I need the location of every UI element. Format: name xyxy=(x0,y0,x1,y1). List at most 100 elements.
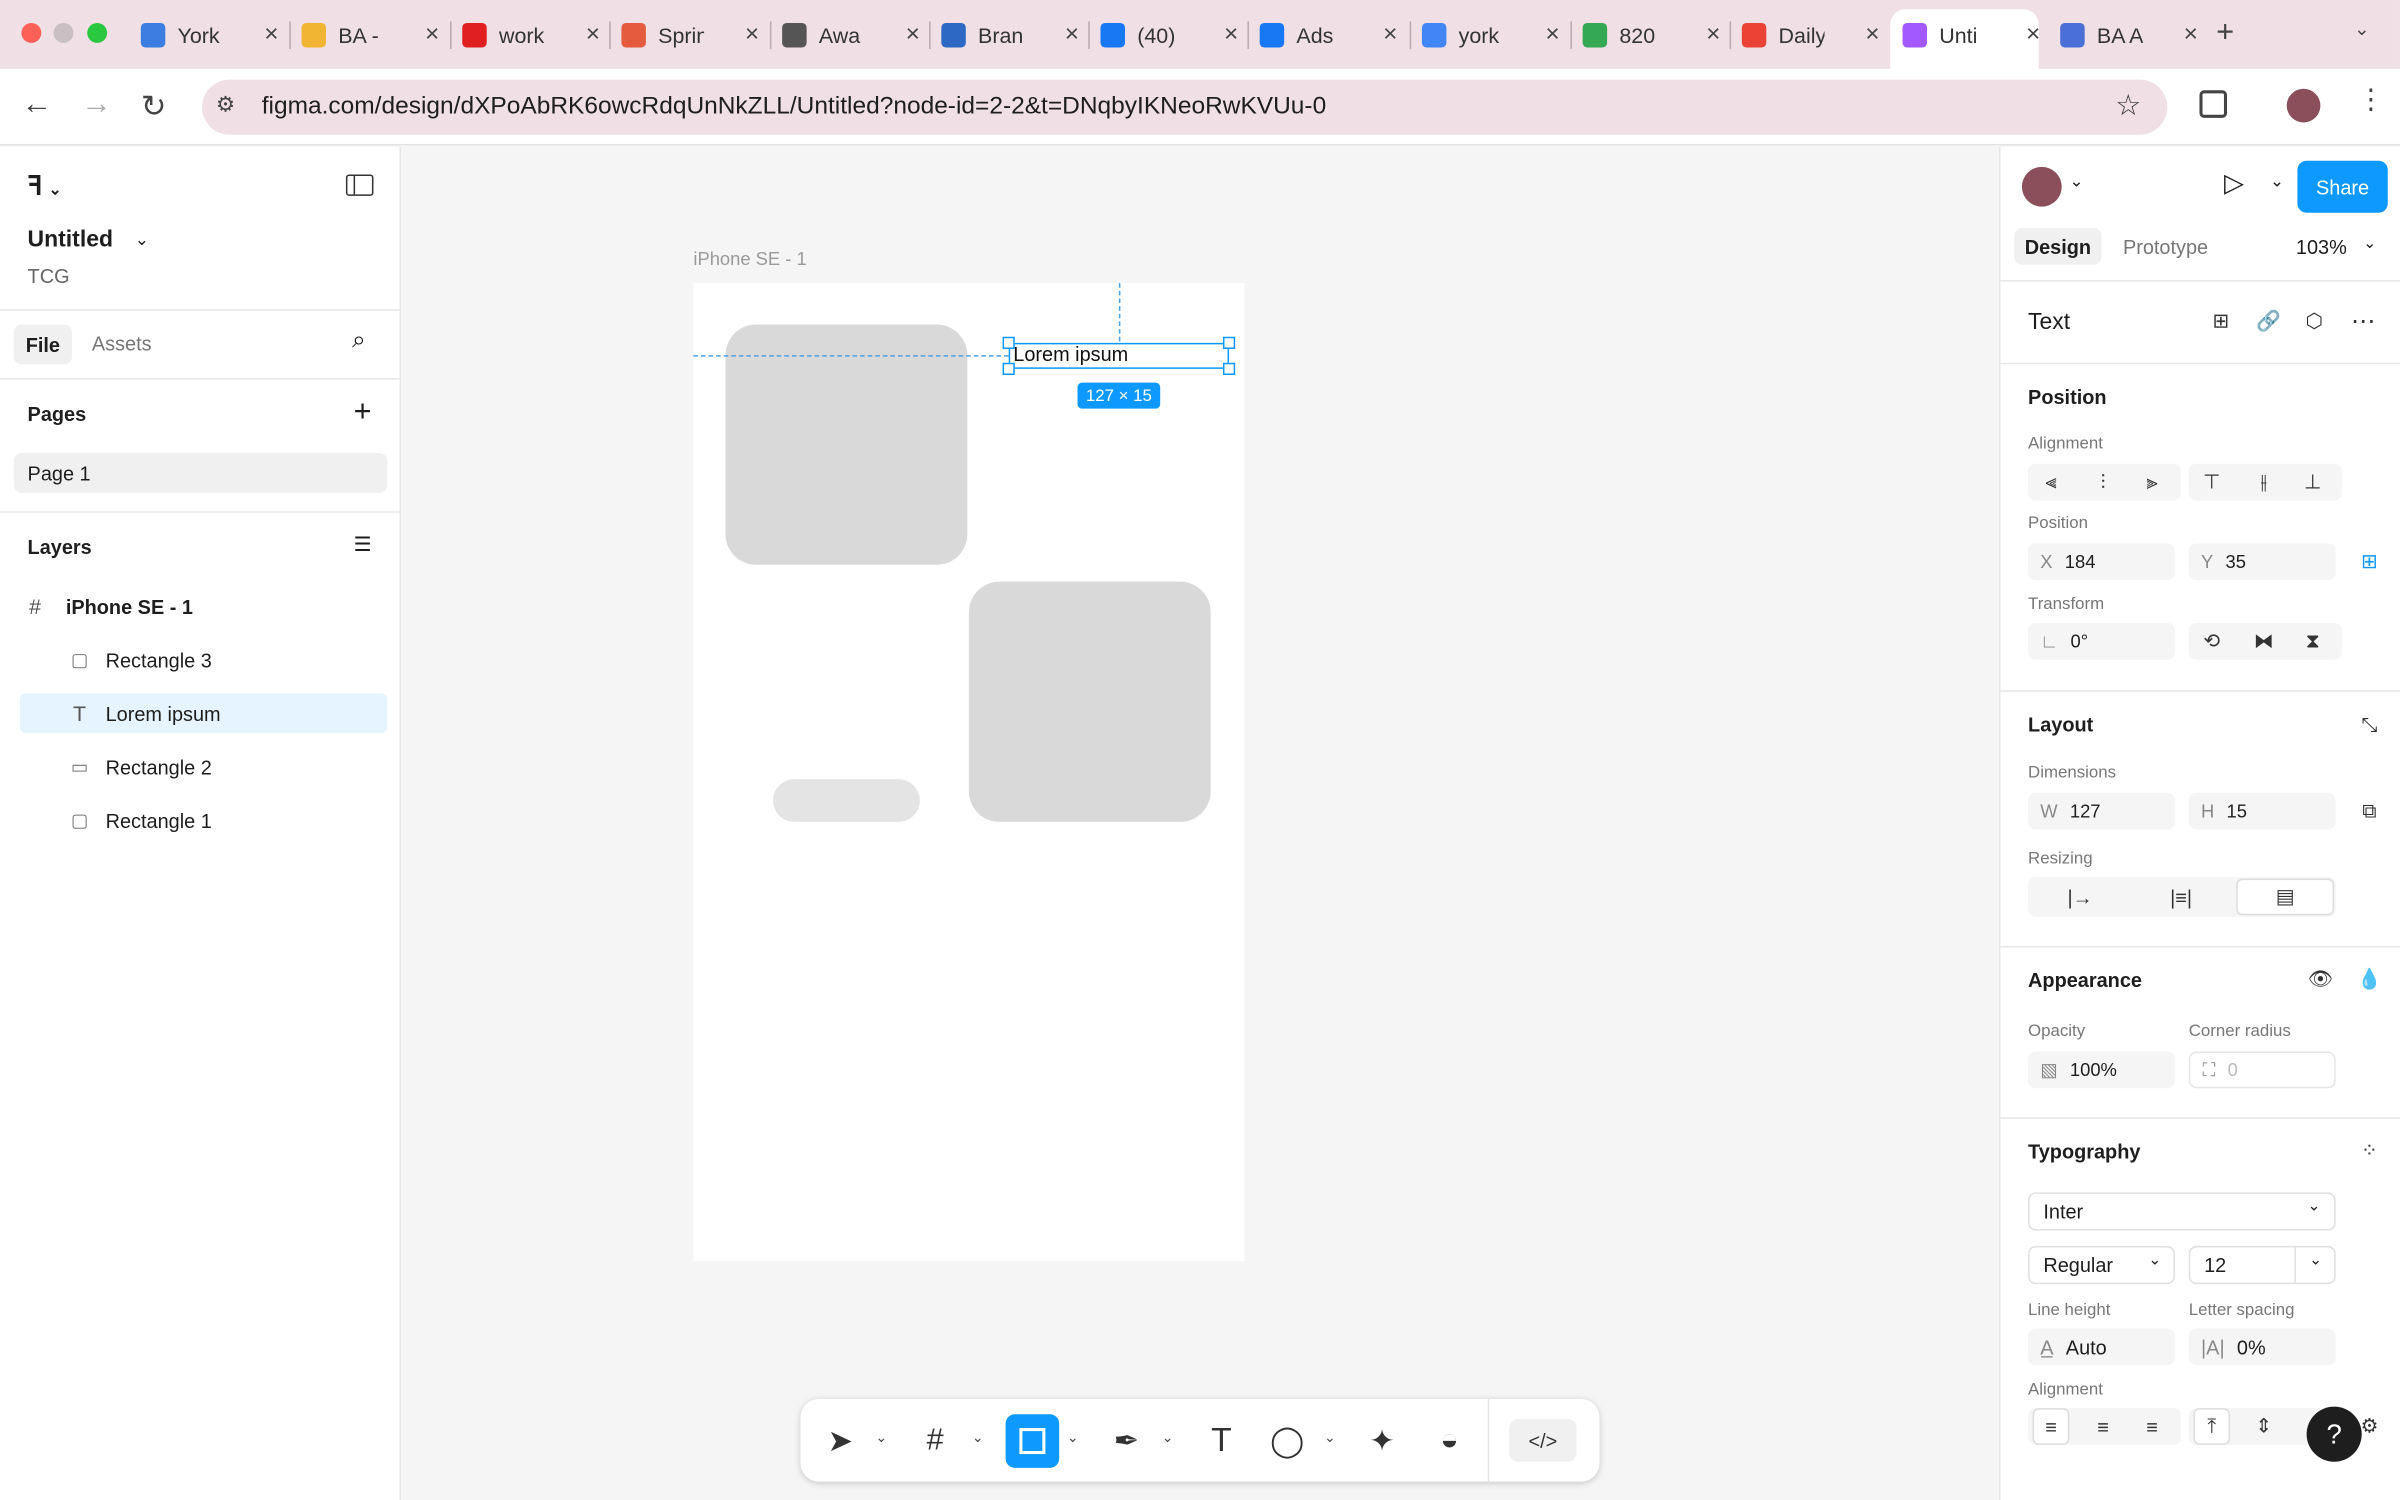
browser-tab[interactable]: Daily × xyxy=(1741,12,1880,56)
tab-close-icon[interactable]: × xyxy=(745,21,759,49)
back-button[interactable]: ← xyxy=(21,87,52,122)
rectangle-2[interactable] xyxy=(772,779,920,822)
browser-menu-icon[interactable]: ⋮ xyxy=(2357,84,2385,116)
chevron-down-icon[interactable]: ⌄ xyxy=(972,1430,984,1447)
visibility-eye-icon[interactable]: 👁 xyxy=(2302,961,2339,998)
chevron-down-icon[interactable]: ⌄ xyxy=(1067,1430,1079,1447)
chevron-down-icon[interactable]: ⌄ xyxy=(1324,1430,1336,1447)
browser-tab[interactable]: york × xyxy=(1421,12,1560,56)
browser-tab[interactable]: BA A × xyxy=(2060,12,2198,56)
resize-handle[interactable] xyxy=(1002,362,1015,375)
browser-tab[interactable]: York × xyxy=(140,12,279,56)
rectangle-tool-icon[interactable] xyxy=(1005,1414,1060,1468)
present-play-icon[interactable]: ▷ xyxy=(2224,168,2244,199)
tab-close-icon[interactable]: × xyxy=(906,21,920,49)
comment-tool-icon[interactable]: ◯ xyxy=(1266,1419,1309,1462)
profile-avatar[interactable] xyxy=(2286,88,2321,123)
height-field[interactable]: H 15 xyxy=(2188,792,2336,830)
width-field[interactable]: W 127 xyxy=(2028,792,2175,830)
align-right-icon[interactable]: ⫸ xyxy=(2134,464,2171,501)
forward-button[interactable]: → xyxy=(81,87,112,122)
component-grid-icon[interactable]: ⊞ xyxy=(2203,303,2240,340)
help-button[interactable]: ? xyxy=(2306,1406,2362,1462)
constrain-proportions-icon[interactable]: ⧉ xyxy=(2351,793,2388,830)
flip-vertical-icon[interactable]: ⧗ xyxy=(2294,623,2331,660)
extensions-icon[interactable] xyxy=(2199,90,2228,118)
layer-rectangle-1[interactable]: ▢ Rectangle 1 xyxy=(20,801,387,841)
tab-file[interactable]: File xyxy=(13,324,72,365)
browser-tab[interactable]: BA - × xyxy=(301,12,439,56)
chevron-down-icon[interactable]: ⌄ xyxy=(876,1430,888,1447)
auto-width-icon[interactable]: |→ xyxy=(2062,879,2099,916)
frame-tool-icon[interactable]: # xyxy=(914,1419,957,1462)
chevron-down-icon[interactable]: ⌄ xyxy=(1162,1430,1174,1447)
rectangle-3[interactable] xyxy=(725,324,968,565)
tab-close-icon[interactable]: × xyxy=(425,21,439,49)
file-menu-chevron-icon[interactable]: ⌄ xyxy=(135,230,149,249)
site-settings-icon[interactable]: ⚙ xyxy=(216,92,235,118)
layer-frame[interactable]: # iPhone SE - 1 xyxy=(20,586,387,626)
resize-handle[interactable] xyxy=(1222,336,1236,349)
share-button[interactable]: Share xyxy=(2297,160,2388,213)
tab-close-icon[interactable]: × xyxy=(1383,21,1397,49)
tab-close-icon[interactable]: × xyxy=(1865,21,1879,49)
figma-logo-icon[interactable]: ꟻ ⌄ xyxy=(28,171,62,202)
text-styles-icon[interactable]: ⁘ xyxy=(2351,1133,2388,1170)
dev-mode-toggle-icon[interactable]: </> xyxy=(1509,1418,1577,1462)
flip-horizontal-icon[interactable]: ⧓ xyxy=(2245,623,2282,660)
browser-tab[interactable]: 820 × xyxy=(1582,12,1720,56)
address-bar[interactable]: ⚙ figma.com/design/dXPoAbRK6owcRdqUnNkZL… xyxy=(202,79,2168,135)
font-weight-select[interactable]: Regular ⌄ xyxy=(2028,1245,2175,1285)
auto-height-icon[interactable]: |≡| xyxy=(2163,879,2200,916)
new-tab-button[interactable]: + xyxy=(2216,15,2234,50)
tab-close-icon[interactable]: × xyxy=(2026,21,2040,49)
text-align-middle-icon[interactable]: ⇕ xyxy=(2245,1408,2282,1445)
tab-assets[interactable]: Assets xyxy=(92,332,152,355)
move-tool-icon[interactable]: ➤ xyxy=(819,1419,862,1462)
text-selection-box[interactable]: Lorem ipsum xyxy=(1002,336,1236,375)
minimize-window-button[interactable] xyxy=(53,22,74,43)
close-window-button[interactable] xyxy=(21,22,42,43)
text-align-center-icon[interactable]: ≡ xyxy=(2085,1408,2122,1445)
reload-button[interactable]: ↻ xyxy=(141,87,167,125)
font-family-select[interactable]: Inter ⌄ xyxy=(2028,1192,2336,1231)
layer-rectangle-2[interactable]: ▭ Rectangle 2 xyxy=(20,747,387,787)
browser-tab[interactable]: Bran × xyxy=(941,12,1079,56)
x-position-field[interactable]: X 184 xyxy=(2028,543,2175,581)
zoom-level[interactable]: 103% xyxy=(2296,236,2347,259)
link-icon[interactable]: 🔗 xyxy=(2250,303,2287,340)
tab-search-chevron-icon[interactable]: ⌄ xyxy=(2354,18,2369,39)
chevron-down-icon[interactable]: ⌄ xyxy=(2069,171,2083,191)
toggle-sidebar-icon[interactable] xyxy=(345,174,374,196)
tab-close-icon[interactable]: × xyxy=(586,21,600,49)
browser-tab[interactable]: Awa × xyxy=(782,12,920,56)
user-avatar[interactable] xyxy=(2021,166,2062,207)
page-item[interactable]: Page 1 xyxy=(13,453,388,493)
bookmark-star-icon[interactable]: ☆ xyxy=(2115,89,2141,124)
design-canvas[interactable]: iPhone SE - 1 Lorem ipsum 127 × 15 xyxy=(401,146,1999,1500)
font-size-field[interactable]: 12 ⌄ xyxy=(2188,1245,2336,1285)
browser-tab[interactable]: (40) × xyxy=(1100,12,1238,56)
lorem-ipsum-text[interactable]: Lorem ipsum xyxy=(1013,343,1128,366)
layer-rectangle-3[interactable]: ▢ Rectangle 3 xyxy=(20,640,387,680)
maximize-window-button[interactable] xyxy=(87,22,108,43)
corner-radius-field[interactable]: ⛶ 0 xyxy=(2188,1051,2336,1089)
tab-close-icon[interactable]: × xyxy=(1545,21,1559,49)
pen-tool-icon[interactable]: ✒ xyxy=(1105,1419,1148,1462)
add-page-icon[interactable]: + xyxy=(354,395,372,430)
align-bottom-icon[interactable]: ⊥ xyxy=(2294,464,2331,501)
browser-tab[interactable]: Ads × xyxy=(1259,12,1397,56)
file-name[interactable]: Untitled xyxy=(28,227,113,253)
fixed-size-icon[interactable]: ▤ xyxy=(2236,878,2335,916)
tab-close-icon[interactable]: × xyxy=(1065,21,1079,49)
browser-tab[interactable]: Unti × xyxy=(1902,12,2040,56)
tab-close-icon[interactable]: × xyxy=(2184,21,2198,49)
text-align-top-icon[interactable]: ⤒ xyxy=(2193,1408,2231,1445)
text-tool-icon[interactable]: T xyxy=(1200,1419,1243,1462)
chevron-down-icon[interactable]: ⌄ xyxy=(2270,171,2284,191)
blend-mode-drop-icon[interactable]: 💧 xyxy=(2351,961,2388,998)
align-top-icon[interactable]: ⊤ xyxy=(2193,464,2230,501)
constraints-icon[interactable]: ⊞ xyxy=(2351,543,2388,580)
rotation-field[interactable]: ∟ 0° xyxy=(2028,622,2175,660)
chevron-down-icon[interactable]: ⌄ xyxy=(2363,236,2376,253)
